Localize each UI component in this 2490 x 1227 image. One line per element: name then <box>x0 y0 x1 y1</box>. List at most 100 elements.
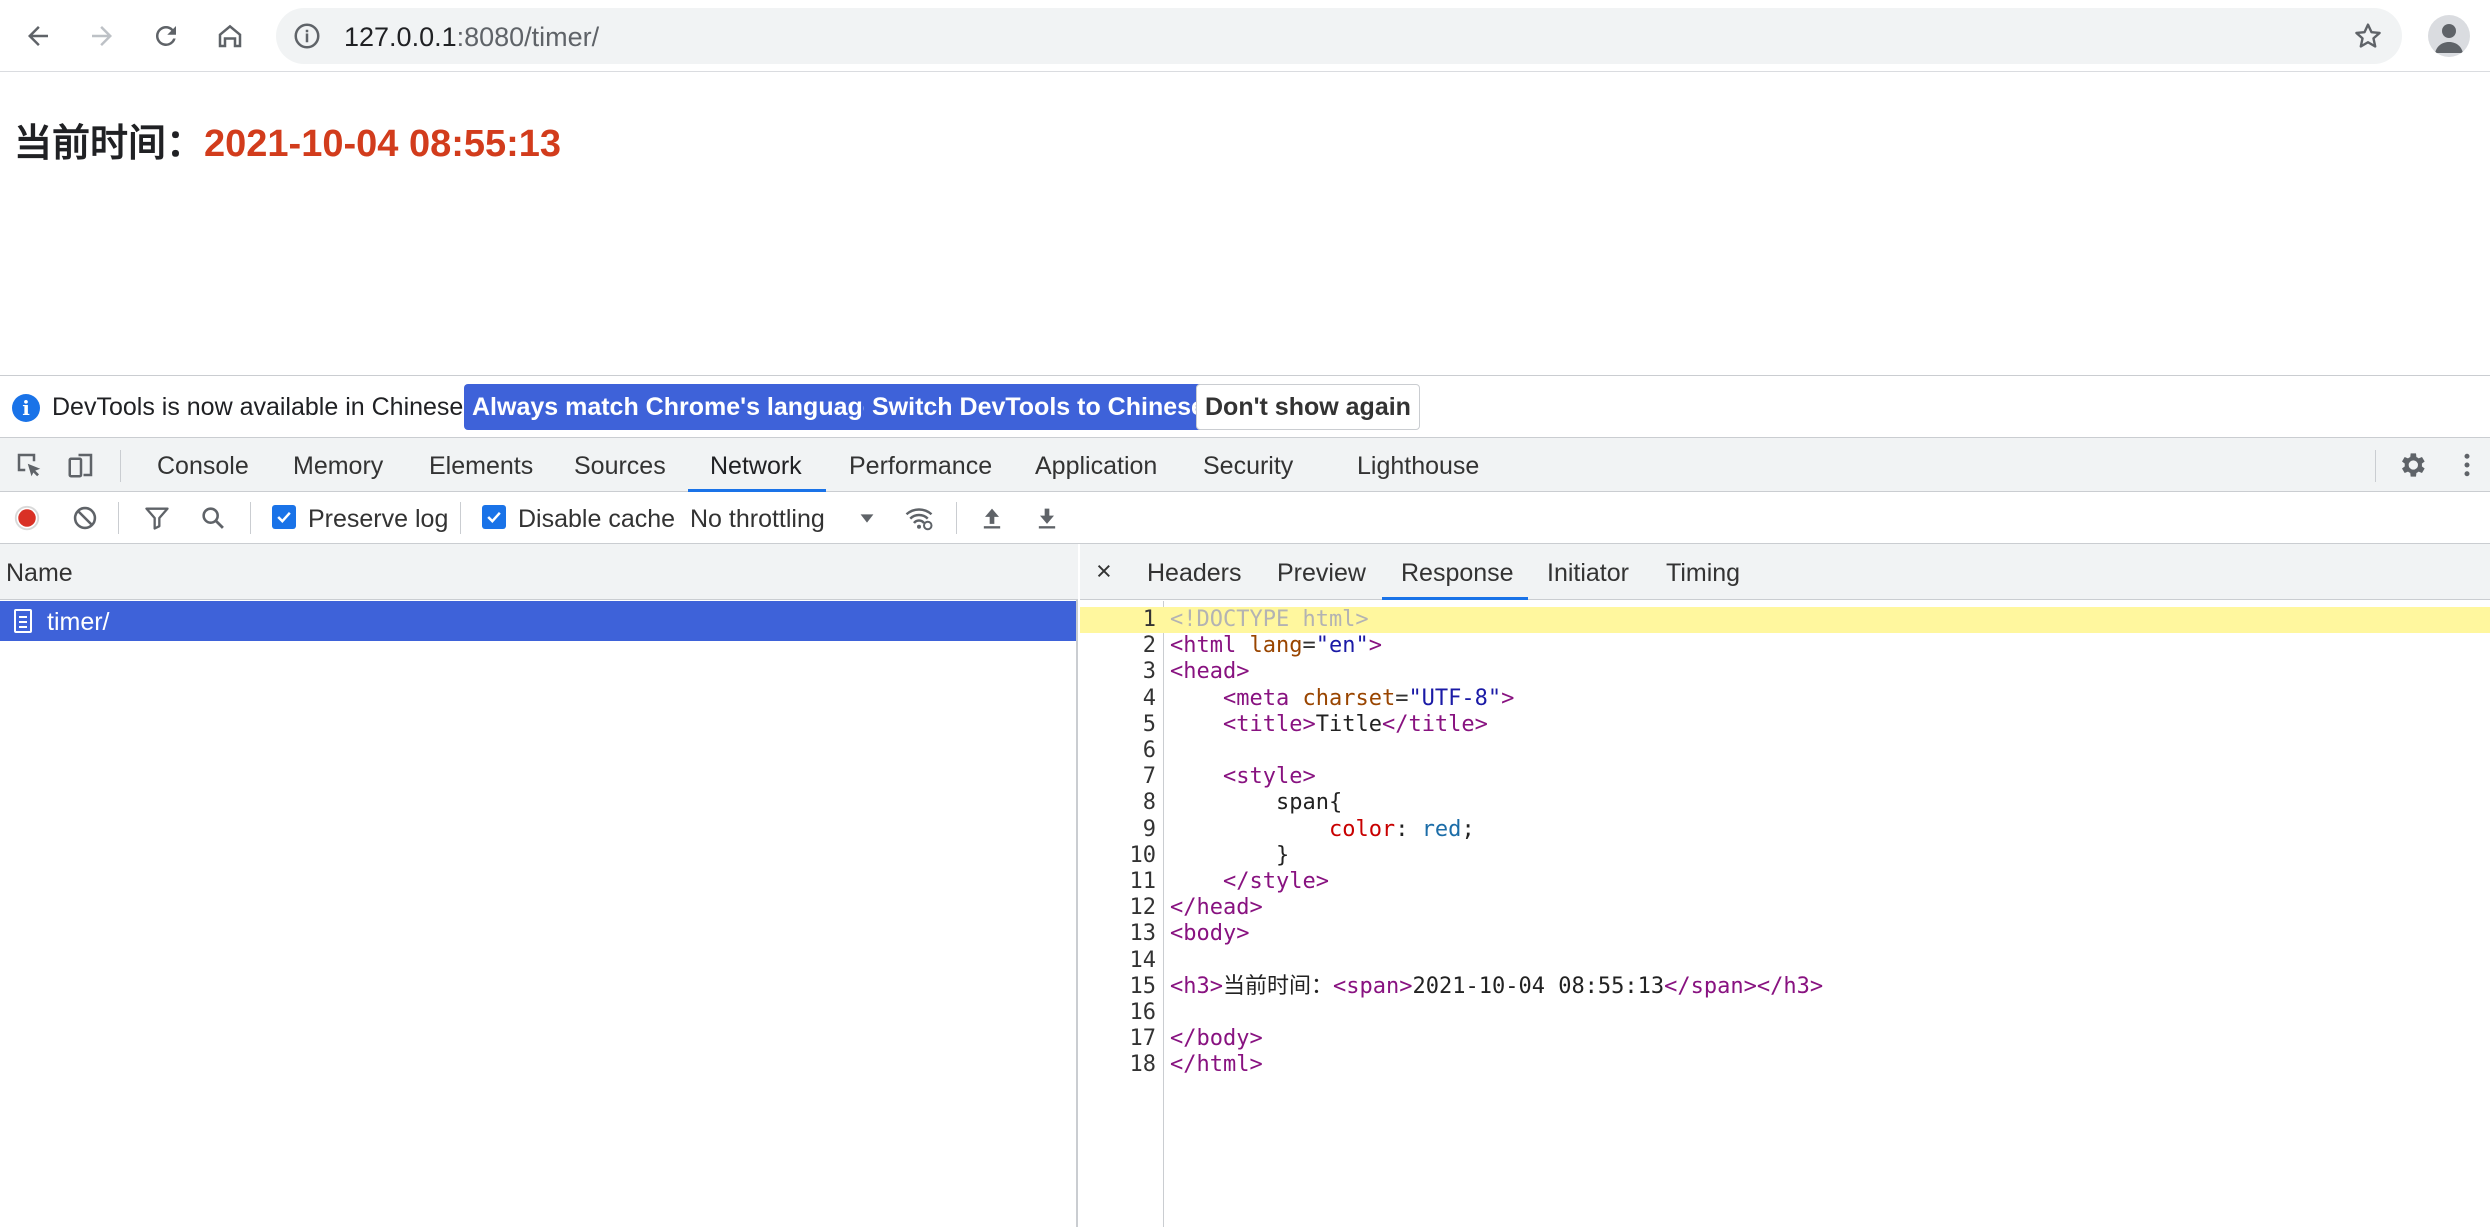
line-number: 4 <box>1142 685 1156 711</box>
search-icon[interactable] <box>196 501 230 535</box>
tab-memory[interactable]: Memory <box>293 452 383 481</box>
tab-initiator[interactable]: Initiator <box>1547 559 1629 588</box>
response-code-view[interactable]: 1 <!DOCTYPE html> 2 <html lang="en"> 3 <head>… <box>1080 601 2490 1227</box>
line-text: </html> <box>1170 1052 1263 1078</box>
line-text: <meta charset="UTF-8"> <box>1222 685 1515 711</box>
name-column-label: Name <box>6 559 73 587</box>
language-infobar: i DevTools is now available in Chinese! … <box>0 376 2490 438</box>
line-text: <head> <box>1170 659 1250 685</box>
code-line: 11 </style> <box>1080 869 2490 895</box>
url-host: 127.0.0.1 <box>344 22 457 52</box>
info-icon[interactable] <box>292 21 322 51</box>
detail-tabbar: × Headers Preview Response Initiator Tim… <box>1080 544 2490 600</box>
line-number: 11 <box>1129 869 1157 894</box>
toolbar-divider <box>250 502 251 534</box>
tab-headers[interactable]: Headers <box>1147 559 1242 588</box>
code-line: 7 <style> <box>1080 764 2490 790</box>
preserve-log-checkbox[interactable] <box>272 505 296 529</box>
line-text: color: red; <box>1328 816 1475 842</box>
preserve-log-label[interactable]: Preserve log <box>308 505 448 534</box>
tab-performance[interactable]: Performance <box>849 452 992 481</box>
line-number: 2 <box>1142 633 1156 659</box>
line-text: <style> <box>1222 764 1316 790</box>
line-number: 8 <box>1142 790 1156 816</box>
request-name: timer/ <box>47 608 110 636</box>
upload-icon[interactable] <box>975 501 1009 535</box>
tab-console[interactable]: Console <box>157 452 249 481</box>
line-number: 6 <box>1142 738 1156 763</box>
record-icon[interactable] <box>10 501 44 535</box>
line-text: <title>Title</title> <box>1222 711 1488 737</box>
tab-lighthouse[interactable]: Lighthouse <box>1357 452 1479 481</box>
infobar-message: DevTools is now available in Chinese! <box>52 393 471 421</box>
line-number: 12 <box>1129 895 1157 921</box>
switch-to-chinese-button[interactable]: Switch DevTools to Chinese <box>864 384 1213 430</box>
code-line: 9 color: red; <box>1080 817 2490 843</box>
url-text[interactable]: 127.0.0.1:8080/timer/ <box>344 22 599 53</box>
gear-icon[interactable] <box>2395 448 2429 482</box>
filter-icon[interactable] <box>140 501 174 535</box>
line-text: <html lang="en"> <box>1170 633 1382 659</box>
page-heading: 当前时间：2021-10-04 08:55:13 <box>14 112 561 167</box>
toolbar-divider <box>118 502 119 534</box>
address-bar[interactable]: 127.0.0.1:8080/timer/ <box>276 8 2402 64</box>
name-column-header[interactable]: Name <box>0 544 1078 600</box>
disable-cache-checkbox[interactable] <box>482 505 506 529</box>
device-toolbar-icon[interactable] <box>64 448 98 482</box>
current-time: 2021-10-04 08:55:13 <box>204 123 562 165</box>
network-conditions-icon[interactable] <box>902 501 936 535</box>
request-list: Name timer/ <box>0 544 1078 1227</box>
tab-sources[interactable]: Sources <box>574 452 666 481</box>
line-number: 1 <box>1142 607 1156 632</box>
tab-elements[interactable]: Elements <box>429 452 533 481</box>
tab-preview[interactable]: Preview <box>1277 559 1366 588</box>
toolbar-divider <box>956 502 957 534</box>
more-options-icon[interactable] <box>2450 448 2484 482</box>
forward-arrow-icon[interactable] <box>78 12 126 60</box>
url-path: :8080/timer/ <box>456 22 600 52</box>
code-line: 8 span{ <box>1080 790 2490 816</box>
home-icon[interactable] <box>206 12 254 60</box>
info-icon: i <box>12 394 40 422</box>
devtools-panel: i DevTools is now available in Chinese! … <box>0 375 2490 1227</box>
tab-application[interactable]: Application <box>1035 452 1157 481</box>
devtools-tabbar: Console Memory Elements Sources Network … <box>0 438 2490 492</box>
toolbar-divider <box>2375 450 2376 482</box>
chevron-down-icon[interactable] <box>850 501 884 535</box>
code-line: 12 </head> <box>1080 895 2490 921</box>
code-line: 5 <title>Title</title> <box>1080 712 2490 738</box>
line-text: span{ <box>1170 790 1343 816</box>
line-number: 16 <box>1129 1000 1157 1025</box>
inspect-element-icon[interactable] <box>12 448 46 482</box>
code-line: 17 </body> <box>1080 1026 2490 1052</box>
always-match-language-button[interactable]: Always match Chrome's language <box>464 384 885 430</box>
code-line: 3 <head> <box>1080 659 2490 685</box>
request-detail: × Headers Preview Response Initiator Tim… <box>1080 544 2490 1227</box>
network-toolbar: Preserve log Disable cache No throttling <box>0 492 2490 544</box>
code-line: 2 <html lang="en"> <box>1080 633 2490 659</box>
reload-icon[interactable] <box>142 12 190 60</box>
profile-icon[interactable] <box>2428 15 2470 57</box>
clear-icon[interactable] <box>68 501 102 535</box>
close-icon[interactable]: × <box>1096 556 1112 587</box>
tab-timing[interactable]: Timing <box>1666 559 1740 588</box>
tab-network[interactable]: Network <box>710 452 802 481</box>
line-text: </style> <box>1222 869 1329 894</box>
line-number: 14 <box>1129 947 1157 973</box>
tab-response[interactable]: Response <box>1401 559 1514 588</box>
request-row[interactable]: timer/ <box>0 601 1076 641</box>
line-text: <h3>当前时间：<span>2021-10-04 08:55:13</span… <box>1170 973 1824 999</box>
line-number: 5 <box>1142 711 1156 737</box>
time-label: 当前时间： <box>14 123 205 165</box>
tab-security[interactable]: Security <box>1203 452 1293 481</box>
throttling-select[interactable]: No throttling <box>690 505 825 534</box>
star-icon[interactable] <box>2352 20 2384 52</box>
download-icon[interactable] <box>1030 501 1064 535</box>
disable-cache-label[interactable]: Disable cache <box>518 505 675 534</box>
dont-show-again-button[interactable]: Don't show again <box>1196 384 1420 430</box>
back-arrow-icon[interactable] <box>14 12 62 60</box>
line-number: 18 <box>1129 1052 1157 1078</box>
code-line: 14 <box>1080 948 2490 974</box>
toolbar-divider <box>120 450 121 482</box>
code-line: 1 <!DOCTYPE html> <box>1080 607 2490 633</box>
